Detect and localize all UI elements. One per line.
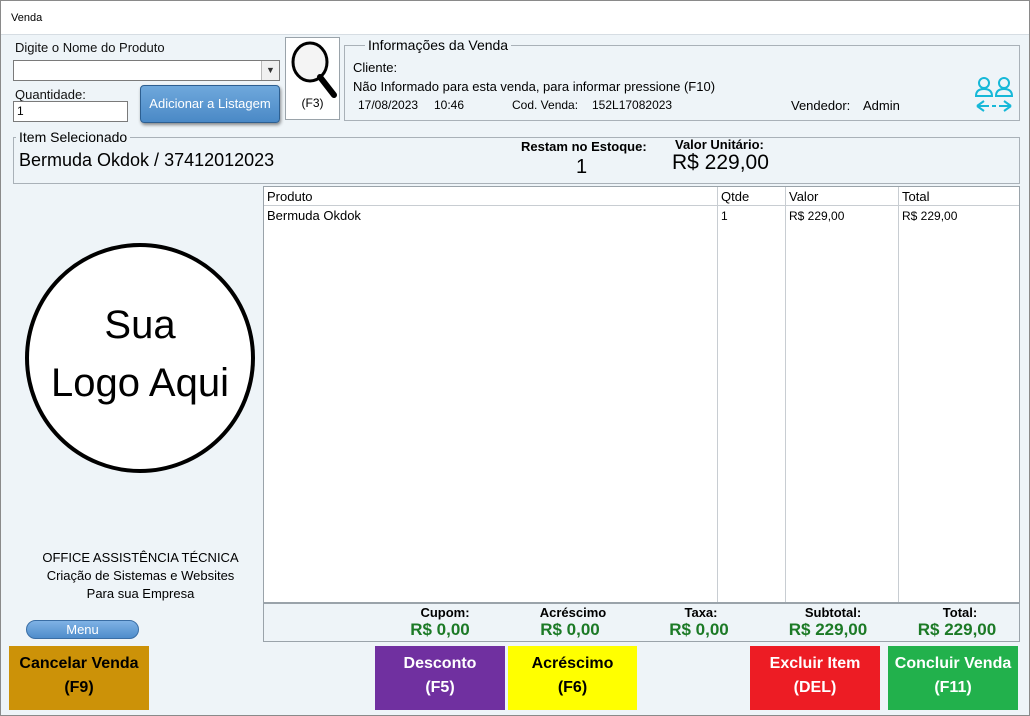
row-qtde: 1 [721, 209, 728, 223]
discount-button[interactable]: Desconto (F5) [375, 646, 505, 710]
taxa-value: R$ 0,00 [669, 620, 729, 639]
cupom-label: Cupom: [420, 605, 470, 620]
selected-item-title: Item Selecionado [16, 129, 131, 145]
client-note: Não Informado para esta venda, para info… [353, 79, 716, 94]
finish-sale-key: (F11) [934, 679, 972, 696]
product-search-label: Digite o Nome do Produto [15, 40, 165, 55]
logo-placeholder: Sua Logo Aqui [25, 243, 255, 473]
column-header-produto[interactable]: Produto [267, 189, 313, 204]
total-value: R$ 229,00 [917, 620, 997, 639]
seller-value: Admin [863, 98, 900, 113]
finish-sale-label: Concluir Venda [894, 655, 1012, 672]
remove-item-label: Excluir Item [769, 655, 861, 672]
taxa-label: Taxa: [684, 605, 718, 620]
window-title: Venda [11, 12, 43, 24]
discount-key: (F5) [425, 679, 455, 696]
selected-item-name: Bermuda Okdok / 37412012023 [19, 150, 275, 170]
stock-value: 1 [576, 156, 588, 178]
totals-bar: Cupom: R$ 0,00 Acréscimo R$ 0,00 Taxa: R… [263, 603, 1020, 642]
surcharge-key: (F6) [557, 679, 588, 696]
search-hotkey-label: (F3) [301, 96, 324, 110]
cancel-sale-key: (F9) [64, 679, 94, 696]
surcharge-button[interactable]: Acréscimo (F6) [508, 646, 637, 710]
title-bar: Venda [1, 1, 1029, 35]
stock-label: Restam no Estoque: [521, 139, 647, 154]
sale-code-value: 152L17082023 [592, 98, 673, 112]
remove-item-button[interactable]: Excluir Item (DEL) [750, 646, 880, 710]
sale-window: Venda Digite o Nome do Produto ▼ Quantid… [0, 0, 1030, 716]
cancel-sale-label: Cancelar Venda [19, 655, 139, 672]
search-product-button[interactable]: (F3) [285, 37, 340, 120]
column-header-qtde[interactable]: Qtde [721, 189, 749, 204]
sale-code-label: Cod. Venda: [512, 98, 579, 112]
acrescimo-value: R$ 0,00 [540, 620, 600, 639]
unit-price-value: R$ 229,00 [672, 151, 769, 174]
remove-item-key: (DEL) [793, 679, 837, 696]
column-header-valor[interactable]: Valor [789, 189, 818, 204]
acrescimo-label: Acréscimo [539, 605, 607, 620]
add-to-list-button[interactable]: Adicionar a Listagem [140, 85, 280, 123]
finish-sale-button[interactable]: Concluir Venda (F11) [888, 646, 1018, 710]
column-divider [717, 187, 718, 602]
quantity-label: Quantidade: [15, 87, 86, 102]
sale-date: 17/08/2023 [358, 98, 419, 112]
column-divider [898, 187, 899, 602]
column-divider [785, 187, 786, 602]
logo-line-2: Logo Aqui [51, 361, 229, 405]
logo-line-1: Sua [104, 303, 176, 347]
table-row[interactable]: Bermuda Okdok 1 R$ 229,00 R$ 229,00 [264, 207, 1019, 225]
total-label: Total: [942, 605, 978, 620]
cupom-value: R$ 0,00 [410, 620, 470, 639]
chevron-down-icon[interactable]: ▼ [261, 61, 279, 80]
company-tagline: Criação de Sistemas e Websites [46, 568, 235, 583]
users-swap-icon[interactable] [974, 76, 1014, 116]
seller-label: Vendedor: [791, 98, 851, 113]
company-tagline-2: Para sua Empresa [86, 586, 195, 601]
row-valor: R$ 229,00 [789, 209, 845, 223]
menu-button[interactable]: Menu [26, 620, 139, 639]
sale-time: 10:46 [434, 98, 465, 112]
items-table[interactable]: Produto Qtde Valor Total Bermuda Okdok 1… [263, 186, 1020, 603]
client-label: Cliente: [353, 60, 398, 75]
row-total: R$ 229,00 [902, 209, 958, 223]
row-produto: Bermuda Okdok [267, 208, 361, 223]
quantity-input[interactable]: 1 [13, 101, 128, 122]
discount-label: Desconto [403, 655, 477, 672]
cancel-sale-button[interactable]: Cancelar Venda (F9) [9, 646, 149, 710]
subtotal-label: Subtotal: [804, 605, 862, 620]
product-search-combo[interactable]: ▼ [13, 60, 280, 81]
sale-info-title: Informações da Venda [365, 37, 512, 53]
surcharge-label: Acréscimo [531, 655, 614, 672]
magnifier-icon [291, 41, 337, 98]
subtotal-value: R$ 229,00 [788, 620, 868, 639]
column-header-total[interactable]: Total [902, 189, 929, 204]
company-name: OFFICE ASSISTÊNCIA TÉCNICA [42, 550, 239, 565]
unit-price-label: Valor Unitário: [675, 137, 764, 152]
